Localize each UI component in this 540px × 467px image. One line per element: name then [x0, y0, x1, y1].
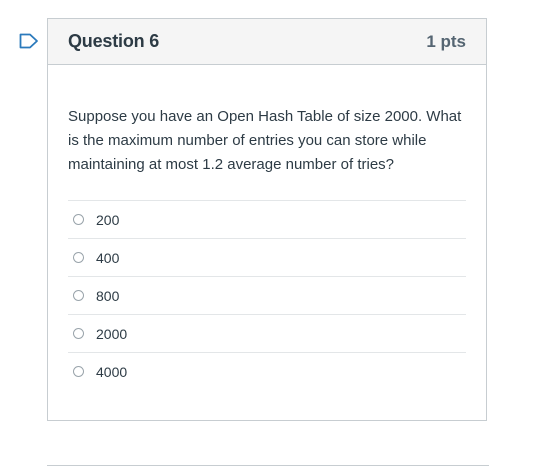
radio-button[interactable] — [73, 366, 84, 377]
answer-label: 4000 — [96, 363, 128, 380]
section-divider — [47, 465, 489, 466]
radio-button[interactable] — [73, 214, 84, 225]
answer-option[interactable]: 4000 — [68, 353, 466, 390]
answer-label: 400 — [96, 249, 120, 266]
question-title: Question 6 — [68, 31, 160, 51]
radio-button[interactable] — [73, 328, 84, 339]
flag-question-icon[interactable] — [19, 33, 39, 49]
answer-label: 800 — [96, 287, 120, 304]
answer-option[interactable]: 400 — [68, 239, 466, 277]
answer-option[interactable]: 2000 — [68, 315, 466, 353]
answer-label: 2000 — [96, 325, 128, 342]
answer-option[interactable]: 200 — [68, 201, 466, 239]
radio-button[interactable] — [73, 290, 84, 301]
answer-label: 200 — [96, 211, 120, 228]
question-card: Question 6 1 pts Suppose you have an Ope… — [47, 18, 487, 421]
question-text: Suppose you have an Open Hash Table of s… — [68, 108, 462, 173]
question-points: 1 pts — [426, 31, 466, 51]
answer-option[interactable]: 800 — [68, 277, 466, 315]
radio-button[interactable] — [73, 252, 84, 263]
answer-list: 200 400 800 2000 4000 — [68, 200, 466, 390]
question-header: Question 6 1 pts — [48, 19, 486, 65]
